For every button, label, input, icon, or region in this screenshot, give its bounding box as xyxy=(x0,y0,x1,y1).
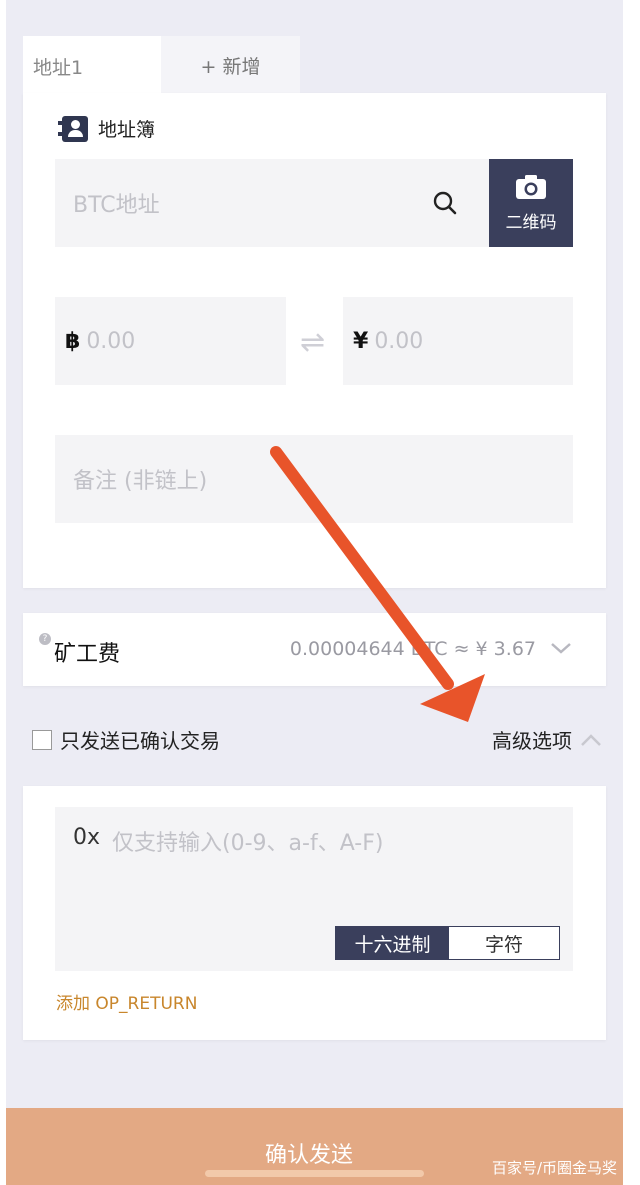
address-book-label: 地址簿 xyxy=(98,119,156,141)
chevron-up-icon xyxy=(581,733,601,746)
tab-add-new[interactable]: + 新增 xyxy=(161,36,300,94)
only-confirmed-checkbox[interactable] xyxy=(32,729,52,750)
btc-amount-value: 0.00 xyxy=(86,328,136,354)
only-confirmed-label: 只发送已确认交易 xyxy=(60,729,220,753)
tab-address-1[interactable]: 地址1 xyxy=(23,36,161,96)
memo-input[interactable]: 备注 (非链上) xyxy=(55,435,573,523)
add-op-return-link[interactable]: 添加 OP_RETURN xyxy=(56,989,197,1014)
chevron-down-icon[interactable] xyxy=(549,640,573,656)
advanced-options-label: 高级选项 xyxy=(492,729,572,753)
hex-placeholder: 仅支持输入(0-9、a-f、A-F) xyxy=(112,831,384,856)
confirm-send-label: 确认发送 xyxy=(265,1143,354,1168)
mode-hex-button[interactable]: 十六进制 xyxy=(336,927,449,959)
help-icon[interactable]: ? xyxy=(39,633,51,645)
mode-text-button[interactable]: 字符 xyxy=(449,927,559,959)
address-book-link[interactable]: 地址簿 xyxy=(58,115,155,142)
cny-amount-value: 0.00 xyxy=(374,328,424,354)
memo-placeholder: 备注 (非链上) xyxy=(73,469,208,494)
watermark: 百家号/币圈金马奖 xyxy=(492,1159,618,1177)
advanced-options-toggle[interactable]: 高级选项 xyxy=(492,725,602,754)
send-page: + 新增 地址1 地址簿 BTC地址 二维码 ฿ 0.00 ⇌ ¥ 0.00 备… xyxy=(0,0,640,1185)
btc-address-placeholder: BTC地址 xyxy=(73,193,160,218)
camera-icon xyxy=(516,174,546,199)
only-confirmed-option[interactable]: 只发送已确认交易 xyxy=(32,725,220,754)
home-indicator xyxy=(205,1170,424,1177)
swap-arrows-icon[interactable]: ⇌ xyxy=(300,325,325,360)
qr-code-label: 二维码 xyxy=(505,212,557,233)
miner-fee-label: 矿工费 xyxy=(54,642,121,667)
bitcoin-symbol-icon: ฿ xyxy=(65,328,81,354)
cny-amount-input[interactable]: ¥ 0.00 xyxy=(343,297,573,385)
qr-code-button[interactable]: 二维码 xyxy=(489,159,573,247)
hex-prefix: 0x xyxy=(73,825,101,850)
contacts-book-icon xyxy=(58,115,88,142)
btc-amount-input[interactable]: ฿ 0.00 xyxy=(55,297,286,385)
search-icon[interactable] xyxy=(433,191,457,215)
miner-fee-value: 0.00004644 BTC ≈ ¥ 3.67 xyxy=(289,638,536,660)
yuan-symbol-icon: ¥ xyxy=(353,328,369,354)
encoding-mode-toggle: 十六进制 字符 xyxy=(335,926,560,960)
btc-address-input[interactable]: BTC地址 xyxy=(55,159,489,247)
